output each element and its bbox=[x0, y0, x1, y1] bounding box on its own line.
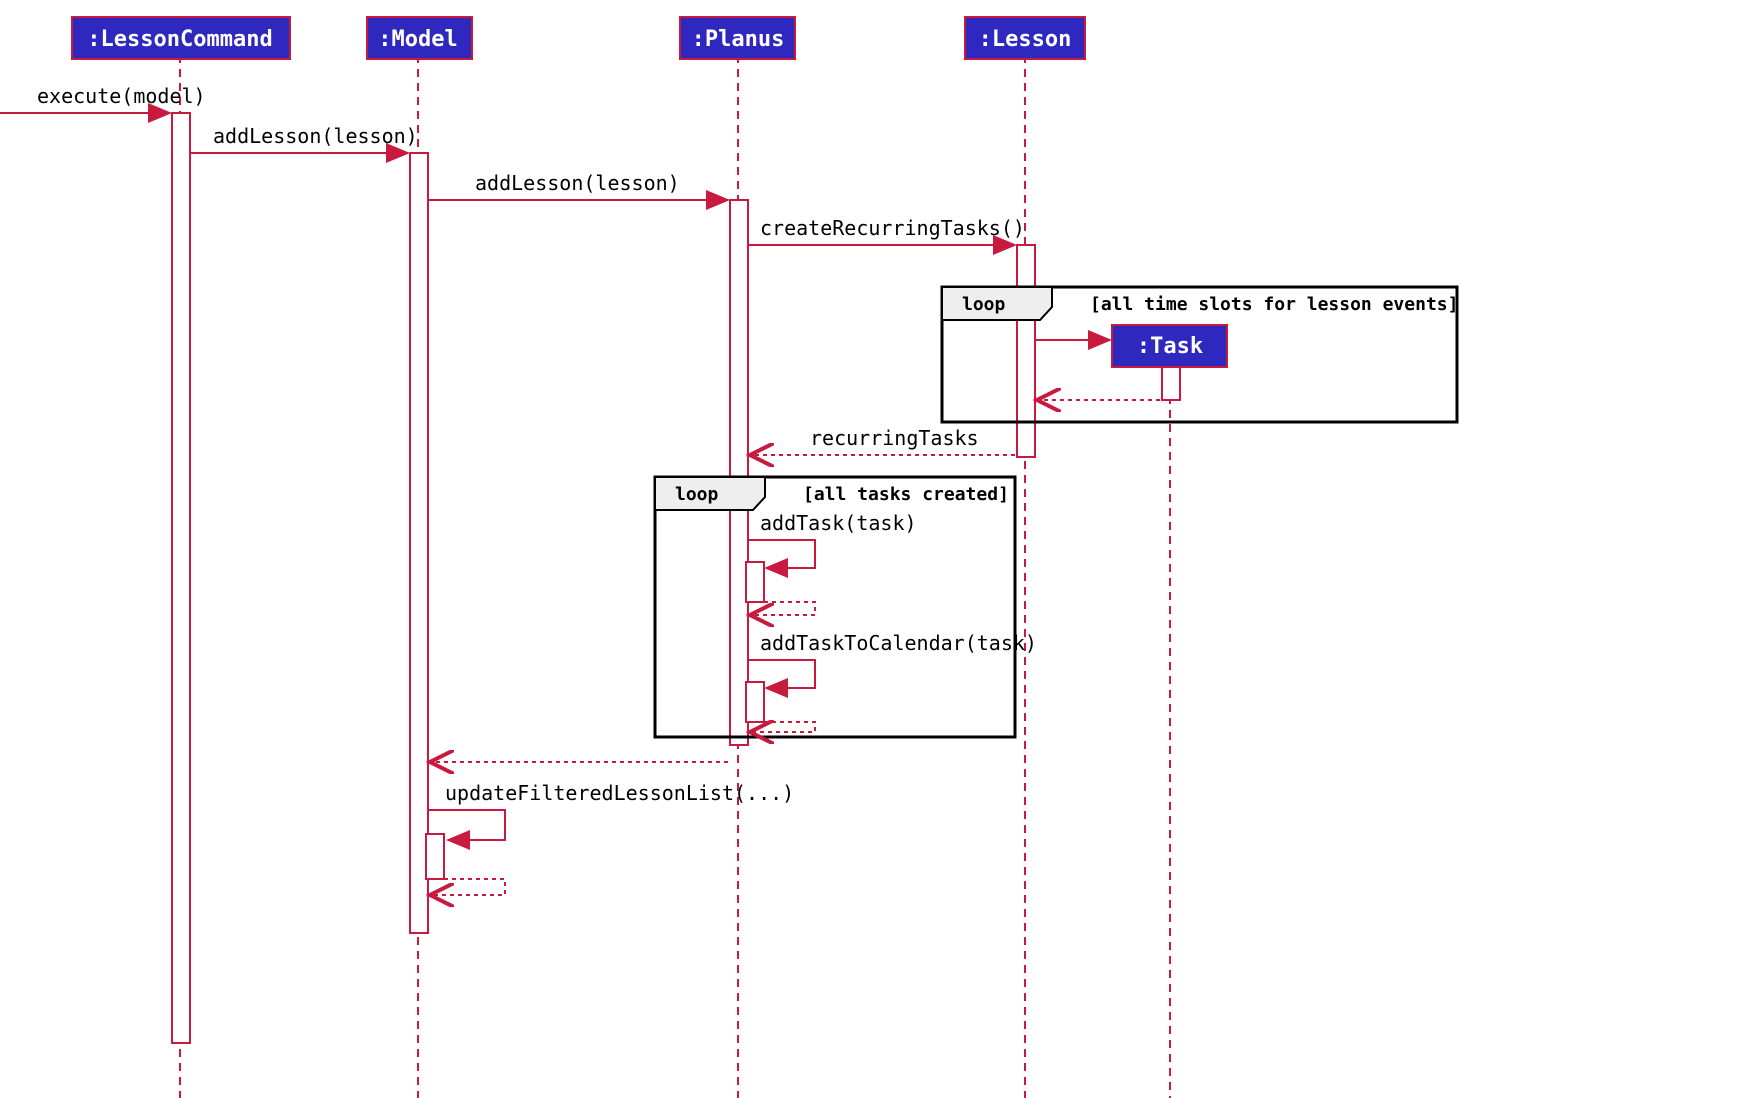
participant-lesson-text: :Lesson bbox=[979, 27, 1072, 52]
msg-addtask-text: addTask(task) bbox=[760, 511, 917, 535]
participant-task-text: :Task bbox=[1137, 334, 1203, 359]
sequence-diagram: :LessonCommand :Model :Planus :Lesson ex… bbox=[0, 0, 1757, 1098]
loop1-cond-text: [all time slots for lesson events] bbox=[1090, 294, 1458, 315]
participant-model-text: :Model bbox=[378, 27, 457, 52]
loop2-cond-text: [all tasks created] bbox=[803, 484, 1009, 505]
msg-addtaskcal-return bbox=[750, 722, 815, 732]
activation-lessoncommand bbox=[172, 113, 190, 1043]
activation-addtaskcal bbox=[746, 682, 764, 722]
msg-updatefiltered-text: updateFilteredLessonList(...) bbox=[445, 781, 794, 805]
msg-recurringtasks-text: recurringTasks bbox=[810, 426, 979, 450]
participant-lessoncommand-text: :LessonCommand bbox=[87, 27, 272, 52]
msg-execute-text: execute(model) bbox=[37, 84, 206, 108]
loop1-label-text: loop bbox=[962, 294, 1006, 315]
loop2-label-text: loop bbox=[675, 484, 719, 505]
msg-addlesson2-text: addLesson(lesson) bbox=[475, 171, 680, 195]
activation-addtask bbox=[746, 562, 764, 602]
msg-updatefiltered-return bbox=[430, 879, 505, 895]
participant-planus-text: :Planus bbox=[692, 27, 785, 52]
activation-updatefiltered bbox=[426, 834, 444, 879]
activation-planus-1 bbox=[730, 200, 748, 745]
msg-createrecurring-text: createRecurringTasks() bbox=[760, 216, 1025, 240]
msg-addlesson1-text: addLesson(lesson) bbox=[213, 124, 418, 148]
msg-addtaskcal-text: addTaskToCalendar(task) bbox=[760, 631, 1037, 655]
activation-lesson bbox=[1017, 245, 1035, 457]
activation-model-1 bbox=[410, 153, 428, 933]
msg-addtask-return bbox=[750, 602, 815, 615]
